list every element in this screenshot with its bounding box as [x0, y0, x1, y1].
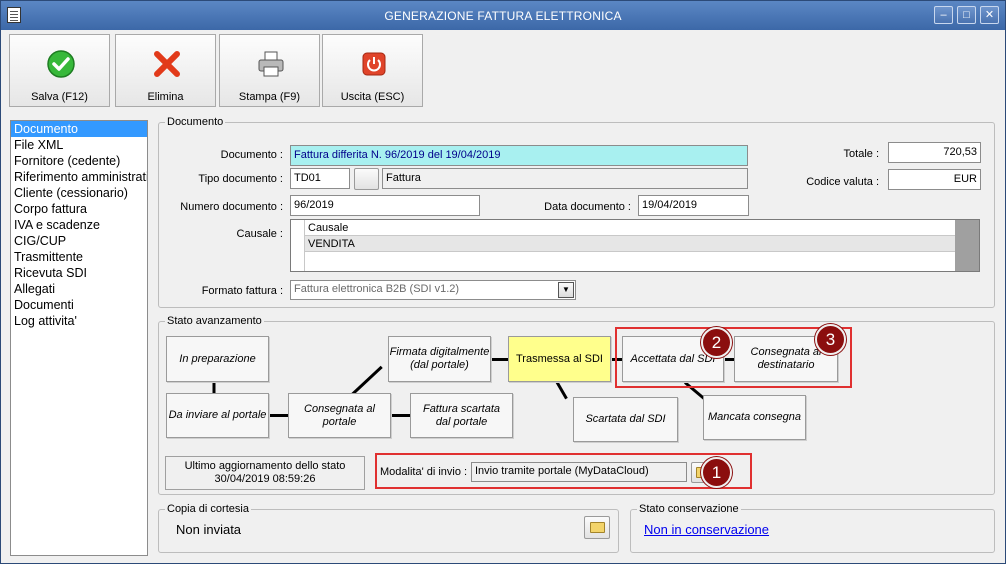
causale-grid[interactable]: Causale VENDITA — [290, 219, 980, 272]
modalita-invio-field: Invio tramite portale (MyDataCloud) — [471, 462, 687, 482]
connector-line — [267, 414, 289, 417]
conservazione-link[interactable]: Non in conservazione — [644, 522, 769, 537]
nav-item-ricevuta-sdi[interactable]: Ricevuta SDI — [11, 265, 147, 281]
nav-item-iva-scadenze[interactable]: IVA e scadenze — [11, 217, 147, 233]
nav-item-fornitore[interactable]: Fornitore (cedente) — [11, 153, 147, 169]
codice-valuta-field[interactable]: EUR — [888, 169, 981, 190]
nav-item-file-xml[interactable]: File XML — [11, 137, 147, 153]
connector-line — [390, 414, 411, 417]
formato-fattura-value: Fattura elettronica B2B (SDI v1.2) — [294, 283, 460, 295]
nav-item-documenti[interactable]: Documenti — [11, 297, 147, 313]
nav-item-log[interactable]: Log attivita' — [11, 313, 147, 329]
connector-line — [212, 380, 216, 394]
exit-button-label: Uscita (ESC) — [340, 91, 405, 103]
causale-grid-body: Causale VENDITA — [291, 220, 955, 271]
chevron-down-icon[interactable]: ▼ — [558, 282, 574, 298]
callout-badge-3: 3 — [815, 324, 846, 355]
stage-firmata-digitalmente: Firmata digitalmente (dal portale) — [388, 336, 491, 382]
checkmark-icon — [47, 50, 75, 78]
tipo-documento-lookup-button[interactable] — [354, 168, 379, 190]
stage-da-inviare: Da inviare al portale — [166, 393, 269, 438]
causale-label: Causale : — [236, 228, 283, 240]
documento-field[interactable]: Fattura differita N. 96/2019 del 19/04/2… — [290, 145, 748, 166]
copia-cortesia-button[interactable] — [584, 516, 610, 539]
tipo-documento-code-field[interactable]: TD01 — [290, 168, 350, 189]
causale-row-indicator — [291, 220, 305, 271]
data-documento-field[interactable]: 19/04/2019 — [638, 195, 749, 216]
stage-trasmessa-sdi: Trasmessa al SDI — [508, 336, 611, 382]
nav-item-documento[interactable]: Documento — [11, 121, 147, 137]
maximize-button[interactable]: □ — [957, 6, 976, 24]
delete-button[interactable]: Elimina — [115, 34, 216, 107]
nav-item-allegati[interactable]: Allegati — [11, 281, 147, 297]
main-window: GENERAZIONE FATTURA ELETTRONICA – □ ✕ Sa… — [0, 0, 1006, 564]
stato-group-title: Stato avanzamento — [165, 315, 264, 327]
documento-group-title: Documento — [165, 116, 226, 128]
totale-field: 720,53 — [888, 142, 981, 163]
window-title: GENERAZIONE FATTURA ELETTRONICA — [384, 9, 622, 23]
copia-cortesia-title: Copia di cortesia — [165, 503, 251, 515]
numero-documento-label: Numero documento : — [180, 201, 283, 213]
tipo-documento-desc-field: Fattura — [382, 168, 748, 189]
ultimo-aggiornamento-label: Ultimo aggiornamento dello stato — [184, 460, 346, 472]
delete-x-icon — [154, 51, 180, 77]
tipo-documento-label: Tipo documento : — [198, 173, 283, 185]
numero-documento-field[interactable]: 96/2019 — [290, 195, 480, 216]
title-bar: GENERAZIONE FATTURA ELETTRONICA – □ ✕ — [1, 1, 1005, 30]
causale-row[interactable]: VENDITA — [305, 236, 955, 252]
connector-line — [490, 358, 508, 361]
close-window-button[interactable]: ✕ — [980, 6, 999, 24]
exit-button[interactable]: Uscita (ESC) — [322, 34, 423, 107]
stage-scartata-sdi: Scartata dal SDI — [573, 397, 678, 442]
stato-conservazione-title: Stato conservazione — [637, 503, 741, 515]
printer-icon — [258, 51, 284, 77]
minimize-button[interactable]: – — [934, 6, 953, 24]
section-nav: Documento File XML Fornitore (cedente) R… — [10, 120, 148, 556]
nav-item-corpo-fattura[interactable]: Corpo fattura — [11, 201, 147, 217]
save-button-label: Salva (F12) — [31, 91, 88, 103]
totale-label: Totale : — [843, 148, 879, 160]
data-documento-label: Data documento : — [544, 201, 631, 213]
nav-item-trasmittente[interactable]: Trasmittente — [11, 249, 147, 265]
nav-item-riferimento[interactable]: Riferimento amministrativo — [11, 169, 147, 185]
callout-badge-2: 2 — [701, 327, 732, 358]
copia-cortesia-value: Non inviata — [176, 522, 242, 537]
stage-mancata-consegna: Mancata consegna — [703, 395, 806, 440]
ultimo-aggiornamento-value: 30/04/2019 08:59:26 — [214, 473, 316, 485]
causale-header: Causale — [305, 220, 955, 236]
folder-icon — [590, 522, 605, 533]
codice-valuta-label: Codice valuta : — [806, 176, 879, 188]
save-button[interactable]: Salva (F12) — [9, 34, 110, 107]
formato-fattura-select[interactable]: Fattura elettronica B2B (SDI v1.2) ▼ — [290, 280, 576, 300]
nav-item-cliente[interactable]: Cliente (cessionario) — [11, 185, 147, 201]
callout-badge-1: 1 — [701, 457, 732, 488]
print-button[interactable]: Stampa (F9) — [219, 34, 320, 107]
modalita-invio-label: Modalita' di invio : — [380, 466, 468, 478]
delete-button-label: Elimina — [147, 91, 184, 103]
ultimo-aggiornamento-box: Ultimo aggiornamento dello stato 30/04/2… — [165, 456, 365, 490]
power-icon — [362, 52, 386, 76]
stage-in-preparazione: In preparazione — [166, 336, 269, 382]
documento-label: Documento : — [220, 149, 283, 161]
stage-consegnata-portale: Consegnata al portale — [288, 393, 391, 438]
print-button-label: Stampa (F9) — [238, 91, 301, 103]
stage-scartata-portale: Fattura scartata dal portale — [410, 393, 513, 438]
nav-item-cig-cup[interactable]: CIG/CUP — [11, 233, 147, 249]
formato-fattura-label: Formato fattura : — [201, 285, 283, 297]
